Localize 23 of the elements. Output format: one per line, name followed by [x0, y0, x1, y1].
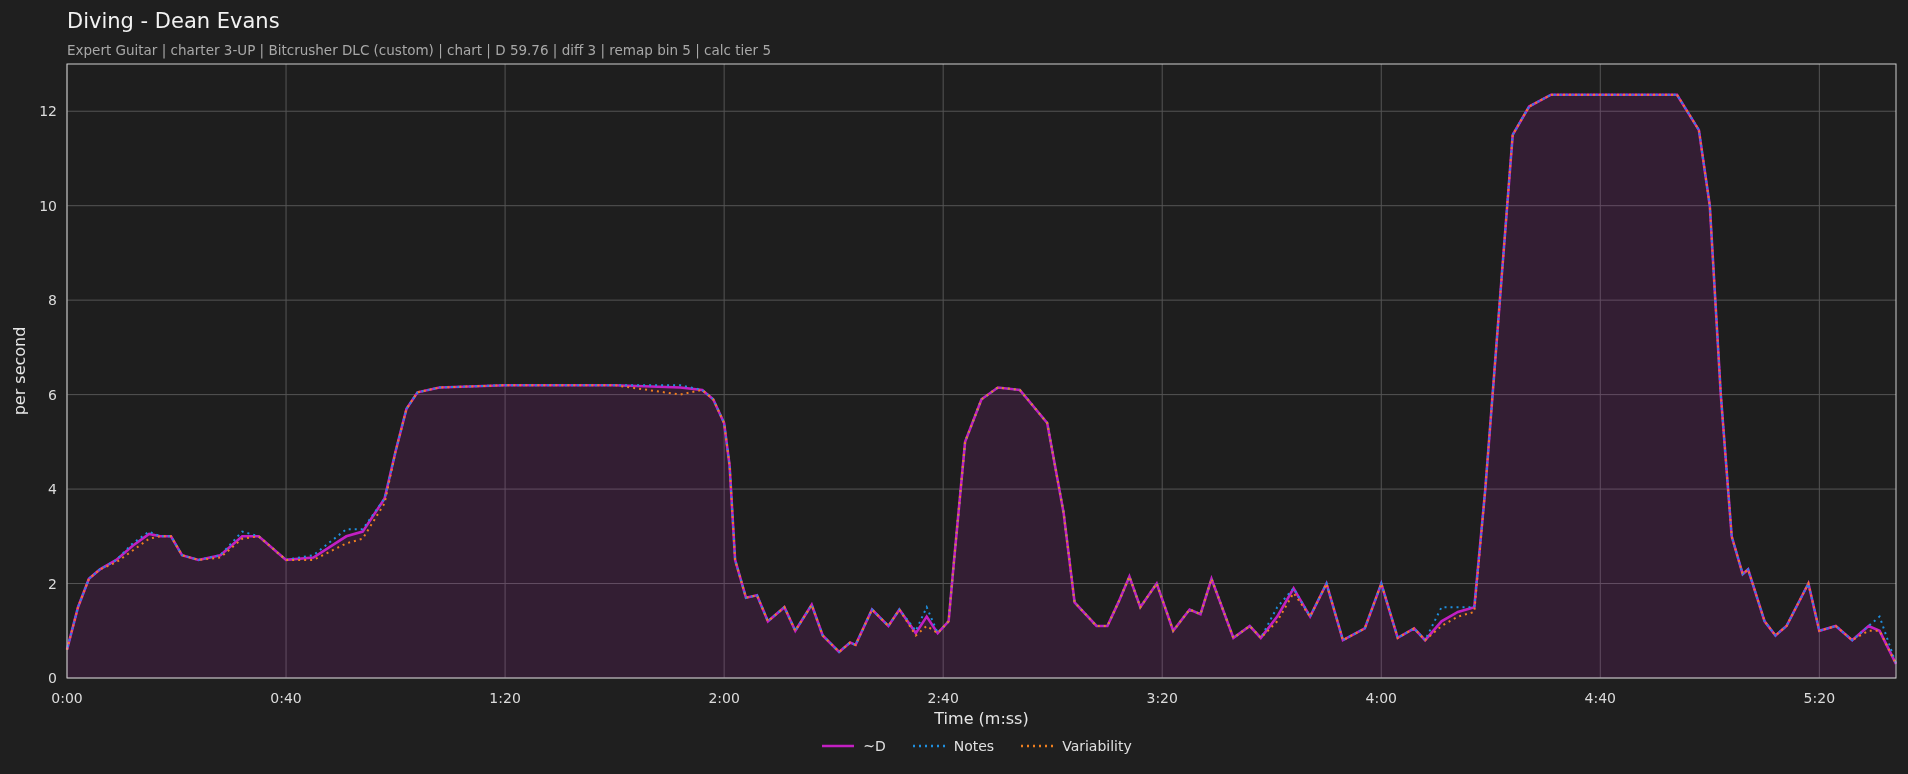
tick-label: 6 — [48, 386, 57, 403]
tick-label: 4:00 — [1365, 690, 1397, 706]
x-axis-label: Time (m:ss) — [934, 709, 1029, 728]
tick-label: 4:40 — [1584, 690, 1616, 706]
tick-label: 0:00 — [51, 690, 83, 706]
tick-label: 10 — [39, 197, 57, 214]
legend-label: Variability — [1062, 738, 1132, 754]
tick-label: 5:20 — [1803, 690, 1836, 706]
tick-label: 1:20 — [489, 690, 521, 706]
legend-label: Notes — [953, 738, 995, 754]
tick-label: 3:20 — [1146, 690, 1178, 706]
tick-label: 8 — [48, 292, 57, 309]
tick-label: 0 — [48, 670, 57, 686]
y-axis-label: per second — [10, 326, 29, 416]
tick-label: 2 — [48, 575, 57, 592]
legend-label: ~D — [863, 738, 886, 754]
tick-label: 4 — [48, 481, 57, 498]
chart-title: Diving - Dean Evans — [67, 8, 281, 34]
chart-subtitle: Expert Guitar | charter 3-UP | Bitcrusher DLC (custom) | chart | D 59.76 | diff 3 | remap bin 5 | calc tier 5 — [67, 41, 772, 59]
tick-label: 2:00 — [708, 690, 740, 706]
tick-label: 0:40 — [270, 690, 302, 706]
tick-label: 12 — [39, 103, 57, 120]
tick-label: 2:40 — [927, 690, 959, 706]
